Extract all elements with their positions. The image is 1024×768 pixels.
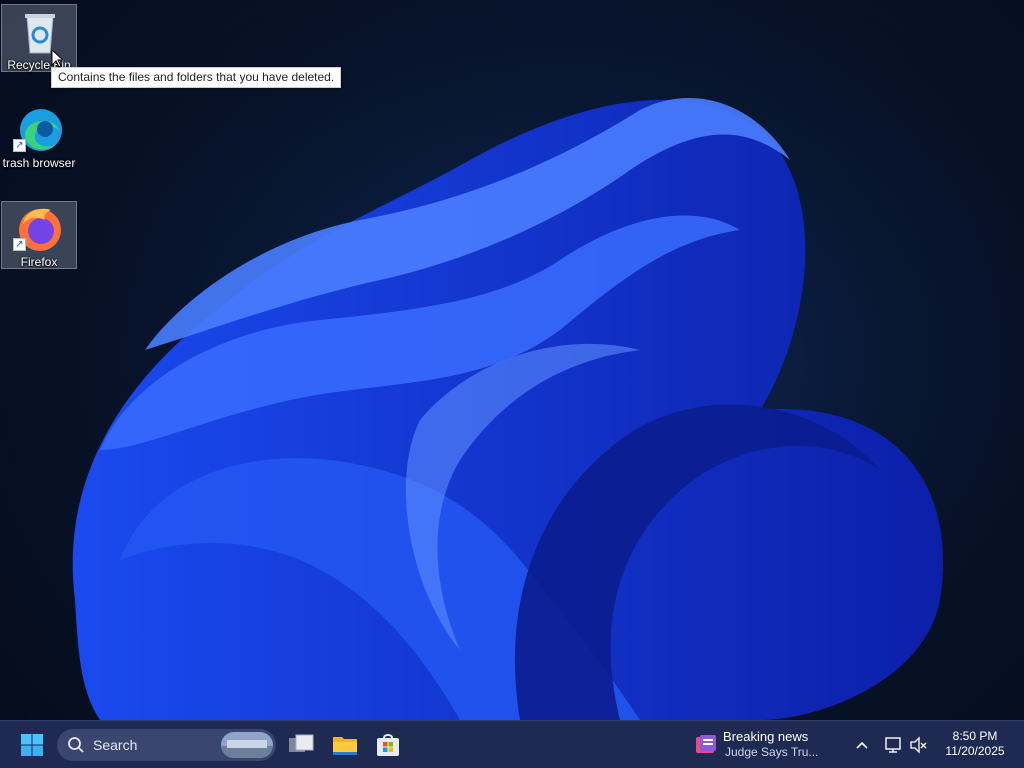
volume-muted-icon — [910, 736, 927, 754]
taskbar: Search Breaking news Judge Says Tru... 8… — [0, 720, 1024, 768]
clock[interactable]: 8:50 PM 11/20/2025 — [937, 729, 1013, 759]
wallpaper — [0, 0, 1024, 720]
mouse-cursor-icon — [51, 49, 63, 68]
search-label: Search — [93, 737, 138, 753]
news-headline: Judge Says Tru... — [725, 745, 819, 759]
desktop-icon-label: Firefox — [20, 255, 58, 269]
desktop-icon-label: trash browser — [2, 156, 76, 170]
microsoft-store-button[interactable] — [368, 725, 408, 765]
news-icon — [696, 735, 716, 753]
file-explorer-icon — [333, 737, 357, 755]
desktop-icon-trash-browser[interactable]: ↗ trash browser — [1, 102, 77, 170]
start-icon — [21, 734, 43, 756]
shortcut-arrow-icon: ↗ — [13, 238, 26, 251]
task-view-button[interactable] — [281, 725, 321, 765]
network-button[interactable] — [882, 733, 906, 757]
microsoft-store-icon — [377, 734, 399, 756]
volume-button[interactable] — [907, 733, 931, 757]
chevron-up-icon — [856, 741, 868, 749]
search-highlight-icon — [221, 732, 273, 758]
file-explorer-button[interactable] — [325, 725, 365, 765]
desktop-icon-recycle-bin[interactable]: Recycle Bin — [1, 4, 77, 72]
search-box[interactable]: Search — [57, 729, 276, 761]
clock-time: 8:50 PM — [952, 729, 998, 743]
search-icon — [68, 737, 84, 753]
shortcut-arrow-icon: ↗ — [13, 139, 26, 152]
news-widget[interactable]: Breaking news Judge Says Tru... — [692, 727, 832, 763]
desktop-icon-firefox[interactable]: ↗ Firefox — [1, 201, 77, 269]
clock-date: 11/20/2025 — [945, 744, 1005, 758]
news-title: Breaking news — [723, 729, 809, 744]
network-icon — [885, 737, 901, 753]
show-hidden-icons-button[interactable] — [850, 733, 874, 757]
recycle-bin-tooltip: Contains the files and folders that you … — [51, 67, 342, 88]
task-view-icon — [289, 734, 314, 752]
start-button[interactable] — [12, 725, 52, 765]
